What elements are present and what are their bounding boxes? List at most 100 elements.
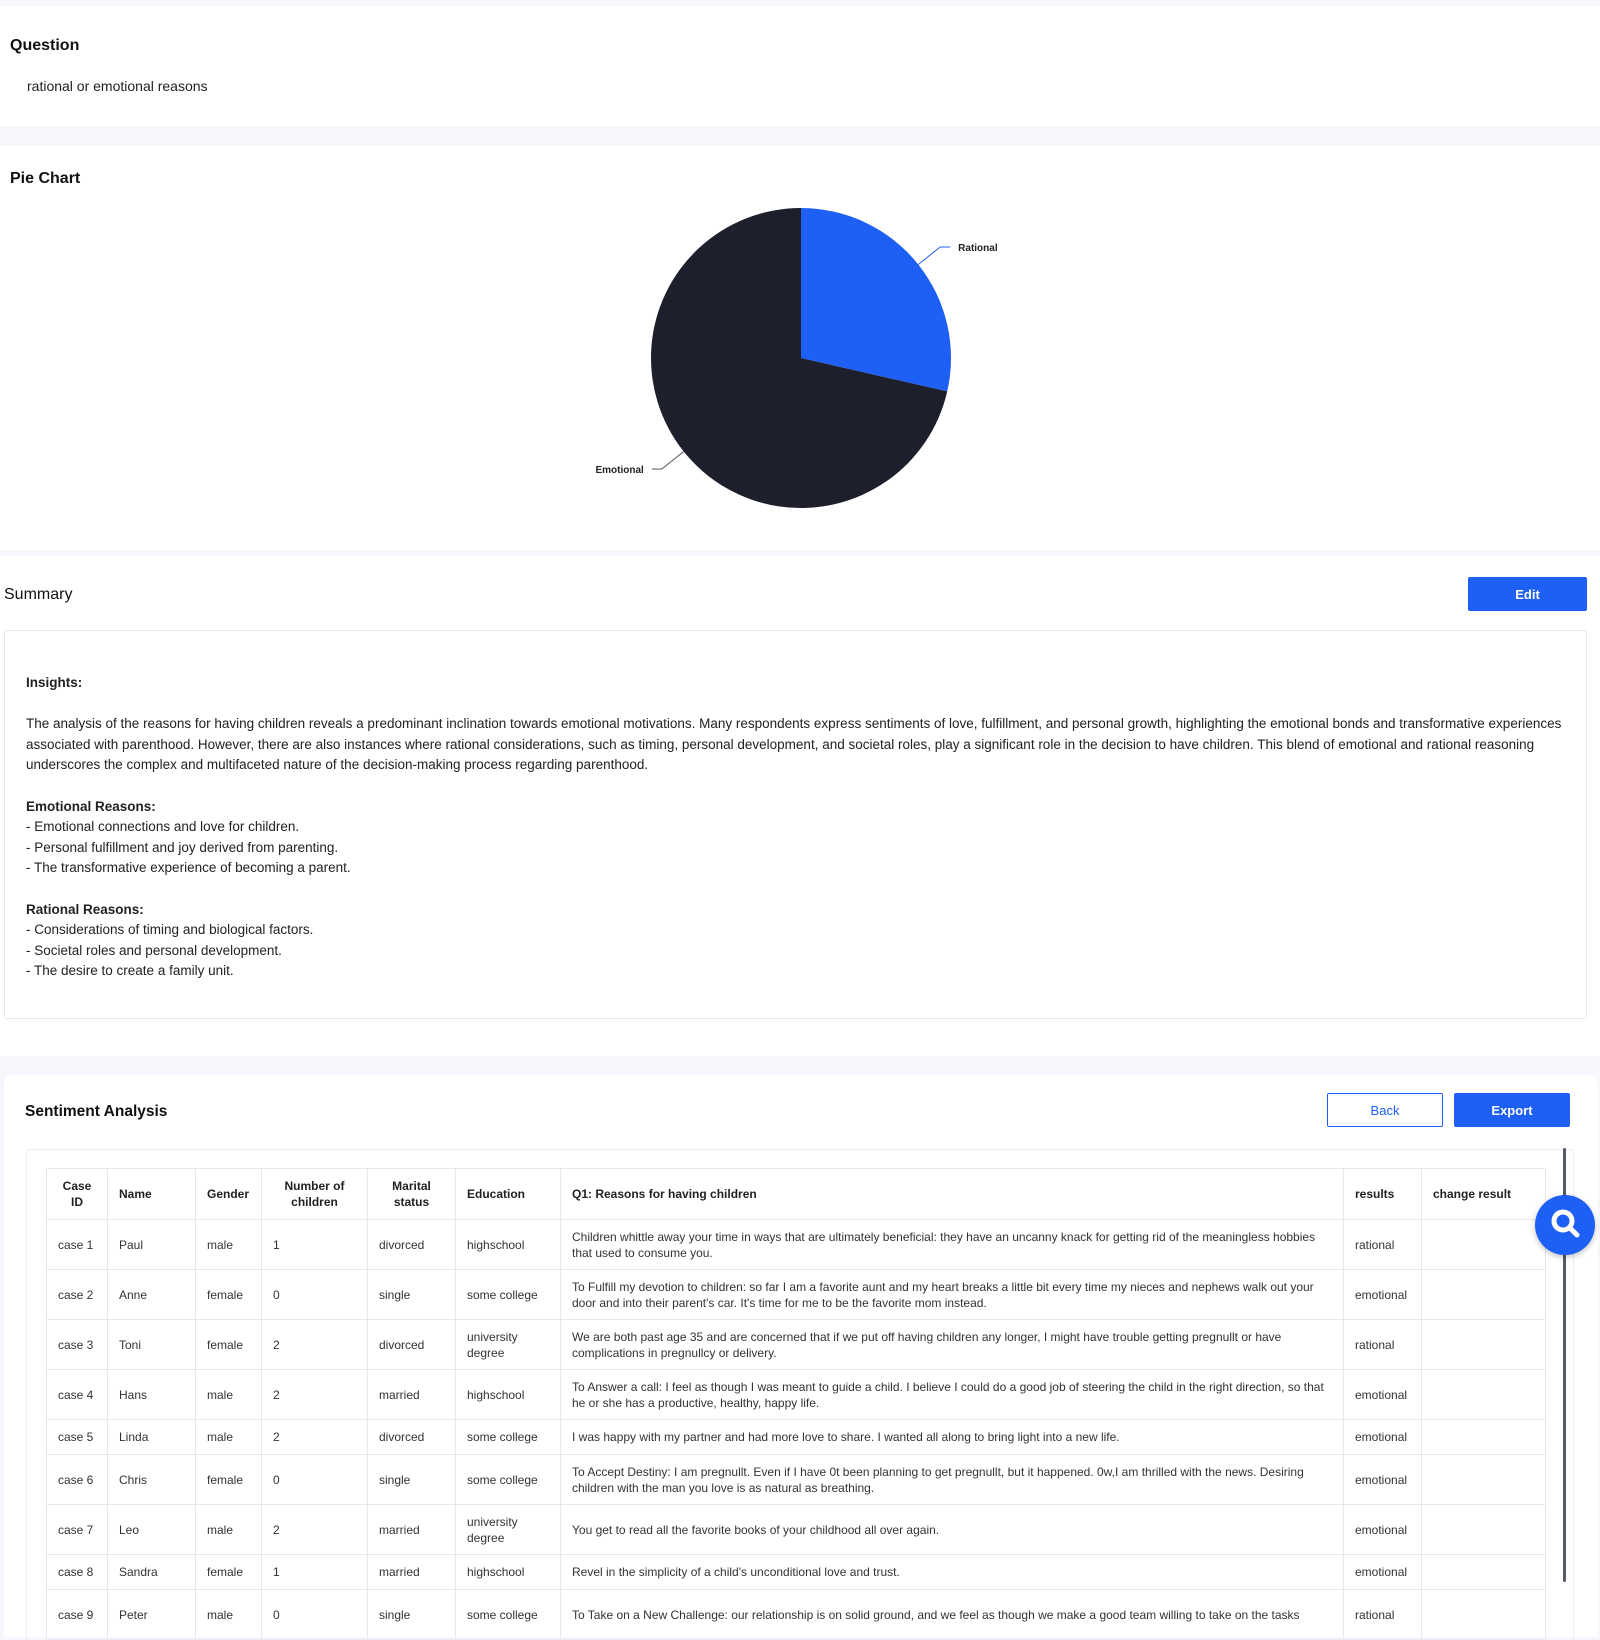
table-cell: emotional	[1343, 1369, 1422, 1420]
table-cell: 0	[261, 1454, 368, 1505]
question-card: Question rational or emotional reasons	[0, 6, 1600, 126]
column-header: Gender	[195, 1168, 262, 1220]
table-cell: rational	[1343, 1219, 1422, 1270]
table-cell: Children whittle away your time in ways …	[560, 1219, 1344, 1270]
back-button[interactable]: Back	[1327, 1093, 1443, 1127]
summary-text-box[interactable]: Insights: The analysis of the reasons fo…	[4, 630, 1587, 1019]
table-cell: 2	[261, 1504, 368, 1555]
table-cell: case 8	[46, 1554, 108, 1590]
change-result-cell[interactable]	[1421, 1589, 1546, 1640]
emotional-reasons-heading: Emotional Reasons:	[26, 798, 156, 814]
change-result-cell[interactable]	[1421, 1319, 1546, 1370]
change-result-cell[interactable]	[1421, 1554, 1546, 1590]
edit-button[interactable]: Edit	[1468, 577, 1587, 611]
question-text: rational or emotional reasons	[27, 78, 208, 94]
table-cell: case 2	[46, 1269, 108, 1320]
table-row: case 6 Chris female 0 single some college To A…	[46, 1454, 1546, 1505]
table-cell: emotional	[1343, 1269, 1422, 1320]
change-result-cell[interactable]	[1421, 1219, 1546, 1270]
change-result-cell[interactable]	[1421, 1504, 1546, 1555]
table-cell: Paul	[107, 1219, 196, 1270]
pie-chart-card: Rational Emotional Pie Chart	[0, 146, 1600, 550]
table-cell: divorced	[367, 1319, 456, 1370]
search-icon	[1548, 1206, 1582, 1245]
sentiment-table: Case ID Name Gender Number of children M…	[46, 1168, 1546, 1640]
table-cell: married	[367, 1504, 456, 1555]
table-cell: female	[195, 1554, 262, 1590]
change-result-cell[interactable]	[1421, 1419, 1546, 1455]
emotional-reason-item: - The transformative experience of becom…	[26, 860, 351, 876]
table-cell: rational	[1343, 1589, 1422, 1640]
table-cell: male	[195, 1369, 262, 1420]
table-cell: Peter	[107, 1589, 196, 1640]
table-cell: emotional	[1343, 1419, 1422, 1455]
table-cell: some college	[455, 1419, 561, 1455]
pie-label: Rational	[958, 243, 998, 254]
table-cell: We are both past age 35 and are concerne…	[560, 1319, 1344, 1370]
table-cell: highschool	[455, 1219, 561, 1270]
table-header-row: Case ID Name Gender Number of children M…	[46, 1168, 1546, 1220]
pie-chart: Rational Emotional	[595, 208, 998, 508]
table-row: case 2 Anne female 0 single some college To Fu…	[46, 1269, 1546, 1320]
search-button[interactable]	[1535, 1195, 1595, 1255]
table-cell: case 7	[46, 1504, 108, 1555]
table-cell: 2	[261, 1319, 368, 1370]
column-header: change result	[1421, 1168, 1546, 1220]
table-row: case 7 Leo male 2 married university degree Yo…	[46, 1504, 1546, 1555]
table-cell: Revel in the simplicity of a child's unc…	[560, 1554, 1344, 1590]
table-cell: Leo	[107, 1504, 196, 1555]
table-cell: divorced	[367, 1219, 456, 1270]
table-cell: To Take on a New Challenge: our relation…	[560, 1589, 1344, 1640]
column-header: Name	[107, 1168, 196, 1220]
sentiment-analysis-title: Sentiment Analysis	[25, 1103, 168, 1120]
question-title: Question	[10, 37, 80, 54]
table-row: case 1 Paul male 1 divorced highschool Childre…	[46, 1219, 1546, 1270]
table-cell: 0	[261, 1589, 368, 1640]
column-header: Q1: Reasons for having children	[560, 1168, 1344, 1220]
table-cell: some college	[455, 1589, 561, 1640]
column-header: Number of children	[261, 1168, 368, 1220]
column-header: Case ID	[46, 1168, 108, 1220]
table-cell: Hans	[107, 1369, 196, 1420]
table-row: case 9 Peter male 0 single some college To Tak…	[46, 1589, 1546, 1640]
rational-reason-item: - Societal roles and personal developmen…	[26, 942, 282, 958]
export-button[interactable]: Export	[1454, 1093, 1570, 1127]
change-result-cell[interactable]	[1421, 1269, 1546, 1320]
insights-heading: Insights:	[26, 675, 83, 690]
rational-reason-item: - Considerations of timing and biologica…	[26, 922, 314, 938]
table-cell: To Fulfill my devotion to children: so f…	[560, 1269, 1344, 1320]
table-row: case 5 Linda male 2 divorced some college I wa…	[46, 1419, 1546, 1455]
table-cell: rational	[1343, 1319, 1422, 1370]
table-cell: case 6	[46, 1454, 108, 1505]
emotional-reason-item: - Emotional connections and love for chi…	[26, 819, 300, 835]
table-cell: male	[195, 1589, 262, 1640]
emotional-reason-item: - Personal fulfillment and joy derived f…	[26, 839, 339, 855]
table-cell: Toni	[107, 1319, 196, 1370]
table-cell: single	[367, 1269, 456, 1320]
table-cell: To Accept Destiny: I am pregnullt. Even …	[560, 1454, 1344, 1505]
table-cell: case 5	[46, 1419, 108, 1455]
table-cell: emotional	[1343, 1554, 1422, 1590]
table-cell: 2	[261, 1369, 368, 1420]
column-header: results	[1343, 1168, 1422, 1220]
table-cell: married	[367, 1554, 456, 1590]
table-cell: male	[195, 1419, 262, 1455]
insights-paragraph: The analysis of the reasons for having c…	[26, 716, 1562, 773]
rational-reason-item: - The desire to create a family unit.	[26, 963, 234, 979]
table-cell: single	[367, 1589, 456, 1640]
table-cell: I was happy with my partner and had more…	[560, 1419, 1344, 1455]
pie-chart-title: Pie Chart	[10, 170, 81, 187]
table-cell: emotional	[1343, 1454, 1422, 1505]
table-cell: case 9	[46, 1589, 108, 1640]
table-cell: 1	[261, 1554, 368, 1590]
table-cell: some college	[455, 1454, 561, 1505]
table-cell: divorced	[367, 1419, 456, 1455]
pie-label: Emotional	[595, 465, 644, 476]
table-cell: case 1	[46, 1219, 108, 1270]
table-cell: 2	[261, 1419, 368, 1455]
table-container[interactable]: Case ID Name Gender Number of children M…	[26, 1149, 1574, 1640]
change-result-cell[interactable]	[1421, 1369, 1546, 1420]
table-cell: 0	[261, 1269, 368, 1320]
change-result-cell[interactable]	[1421, 1454, 1546, 1505]
table-cell: emotional	[1343, 1504, 1422, 1555]
